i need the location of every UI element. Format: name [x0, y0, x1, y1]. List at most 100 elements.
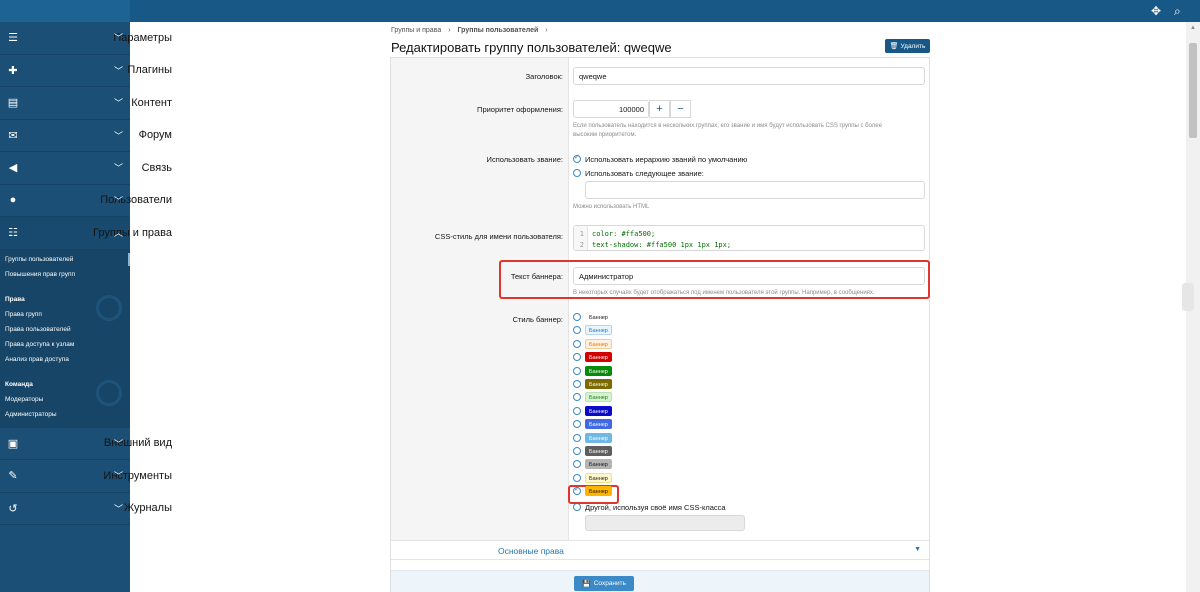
basic-rights-section[interactable]: Основные права ▼	[391, 540, 929, 560]
sidebar-item-history[interactable]: ↺ Журналы ﹀	[0, 493, 172, 525]
banner-style-radio[interactable]	[573, 460, 581, 469]
title-input[interactable]: qweqwe	[573, 67, 925, 85]
sidebar-item-appearance[interactable]: ▣ Внешний вид ﹀	[0, 428, 172, 460]
code-lines: color: #ffa500; text-shadow: #ffa500 1px…	[592, 229, 731, 251]
breadcrumb-sep-icon: ›	[545, 27, 548, 34]
title-label: Заголовок:	[525, 72, 563, 81]
banner-style-radio[interactable]	[573, 473, 581, 482]
banner-style-preview: Баннер	[585, 446, 612, 456]
banner-style-preview: Баннер	[585, 405, 612, 416]
banner-style-radio[interactable]	[573, 447, 581, 455]
banner-style-radio[interactable]	[573, 313, 581, 321]
chevron-down-icon: ﹀	[113, 438, 123, 449]
chevron-down-icon: ﹀	[113, 33, 123, 43]
trash-icon: 🗑	[889, 43, 899, 50]
scroll-up-icon[interactable]: ▲	[1190, 25, 1196, 31]
chevron-down-icon: ﹀	[113, 65, 123, 76]
banner-style-radio[interactable]	[573, 339, 581, 348]
priority-hint: Если пользователь находится в нескольких…	[573, 122, 923, 140]
sidebar-item-users[interactable]: ☷ Группы и права ︿	[0, 217, 172, 250]
banner-style-preview: Баннер	[585, 419, 612, 430]
banner-other-radio[interactable]	[573, 503, 581, 511]
chevron-down-icon: ﹀	[113, 195, 123, 206]
breadcrumb-user-groups[interactable]: Группы пользователей	[457, 27, 538, 34]
sidebar-item-megaphone[interactable]: ◀ Связь ﹀	[0, 152, 172, 185]
chevron-down-icon: ﹀	[113, 471, 123, 481]
breadcrumb-groups-rights[interactable]: Группы и права	[391, 27, 441, 34]
css-code-editor[interactable]: 12 color: #ffa500; text-shadow: #ffa500 …	[573, 225, 925, 251]
code-line-1: color: #ffa500;	[592, 230, 656, 238]
save-button[interactable]: 💾 Сохранить	[574, 576, 634, 591]
delete-button[interactable]: 🗑 Удалить	[885, 39, 930, 53]
watermark-shield	[96, 379, 122, 406]
rank-custom-input[interactable]	[585, 181, 925, 199]
breadcrumb: Группы и права › Группы пользователей ›	[391, 27, 553, 34]
groups-subpanel: Группы пользователей Повышения прав групп…	[0, 249, 130, 428]
banner-style-preview: Баннер	[585, 392, 612, 403]
banner-style-radio[interactable]	[573, 420, 581, 429]
rank-custom-radio[interactable]	[573, 169, 581, 177]
decrease-button[interactable]: −	[670, 100, 691, 118]
priority-input[interactable]: 100000	[573, 100, 649, 118]
rank-custom-text: Использовать следующее звание:	[585, 169, 704, 178]
sidebar-item-label: Параметры	[113, 31, 172, 44]
form-labels-column	[391, 58, 569, 540]
banner-style-radio[interactable]	[573, 380, 581, 388]
sidebar-item-wrench[interactable]: ✎ Инструменты ﹀	[0, 460, 172, 493]
banner-style-preview: Баннер	[585, 338, 612, 349]
chevron-down-icon: ﹀	[113, 163, 123, 173]
priority-hint-line1: Если пользователь находится в нескольких…	[573, 123, 882, 129]
chevron-down-icon: ﹀	[113, 98, 123, 108]
chevron-down-icon: ﹀	[113, 503, 123, 514]
priority-label: Приоритет оформления:	[477, 105, 563, 114]
rank-default-text: Использовать иерархию званий по умолчани…	[585, 155, 748, 164]
banner-style-radio[interactable]	[573, 406, 581, 415]
banner-style-radio[interactable]	[573, 366, 581, 375]
top-bar: ✥ ⌕	[0, 0, 1200, 22]
banner-style-radio[interactable]	[573, 326, 581, 335]
sidebar-item-user[interactable]: ● Пользователи ﹀	[0, 185, 172, 217]
sidebar-item-sliders[interactable]: ☰ Параметры ﹀	[0, 22, 172, 55]
sidebar-subitem[interactable]: Права доступа к узлам	[0, 337, 130, 352]
sidebar-item-label: Плагины	[127, 64, 172, 77]
banner-text-highlight	[499, 260, 930, 299]
sidebar-item-forum[interactable]: ✉ Форум ﹀	[0, 120, 172, 152]
rank-label: Использовать звание:	[486, 155, 563, 164]
chevron-up-icon: ︿	[113, 228, 123, 238]
banner-style-preview: Баннер	[585, 379, 612, 389]
sidebar-item-puzzle[interactable]: ✚ Плагины ﹀	[0, 55, 172, 87]
sidebar-item-label: Внешний вид	[103, 437, 172, 450]
banner-style-radio[interactable]	[573, 393, 581, 402]
ads-icon[interactable]: ✥	[1151, 4, 1161, 18]
scrollbar-thumb[interactable]	[1189, 43, 1197, 138]
sidebar-subitem[interactable]: Группы пользователей	[0, 252, 130, 267]
save-button-label: Сохранить	[593, 580, 627, 587]
edit-group-form: Заголовок: qweqwe Приоритет оформления: …	[390, 57, 930, 592]
sidebar-item-content[interactable]: ▤ Контент ﹀	[0, 87, 172, 120]
banner-style-preview: Баннер	[585, 432, 612, 443]
sidebar: ☰ Параметры ﹀ ✚ Плагины ﹀ ▤ Контент ﹀ ✉ Форум ﹀ ◀ Свя…	[0, 22, 172, 592]
sidebar-item-label: Контент	[131, 96, 172, 109]
increase-button[interactable]: +	[649, 100, 670, 118]
banner-other-text: Другой, используя своё имя CSS-класса	[585, 503, 726, 512]
sidebar-subitem[interactable]: Права пользователей	[0, 322, 130, 337]
breadcrumb-sep-icon: ›	[448, 27, 451, 34]
banner-style-radio[interactable]	[573, 353, 581, 362]
rank-default-radio[interactable]	[573, 153, 581, 163]
banner-style-radio[interactable]	[573, 433, 581, 442]
banner-style-preview: Баннер	[585, 486, 612, 497]
banner-style-preview: Баннер	[585, 472, 612, 483]
chevron-down-icon: ▼	[914, 546, 921, 553]
sidebar-subitem[interactable]: Анализ прав доступа	[0, 352, 130, 367]
search-icon[interactable]: ⌕	[1174, 4, 1181, 18]
banner-style-label: Стиль баннер:	[512, 315, 563, 324]
logo-area[interactable]	[0, 0, 130, 22]
sidebar-subitem[interactable]: Повышения прав групп	[0, 267, 130, 282]
priority-hint-line2: высоким приоритетом.	[573, 132, 637, 138]
code-gutter: 12	[574, 226, 588, 250]
side-handle[interactable]	[1182, 283, 1194, 311]
sidebar-subitem[interactable]: Администраторы	[0, 407, 130, 422]
banner-css-class-input[interactable]	[585, 515, 745, 531]
sidebar-item-label: Связь	[141, 161, 172, 174]
basic-rights-title: Основные права	[498, 546, 564, 556]
